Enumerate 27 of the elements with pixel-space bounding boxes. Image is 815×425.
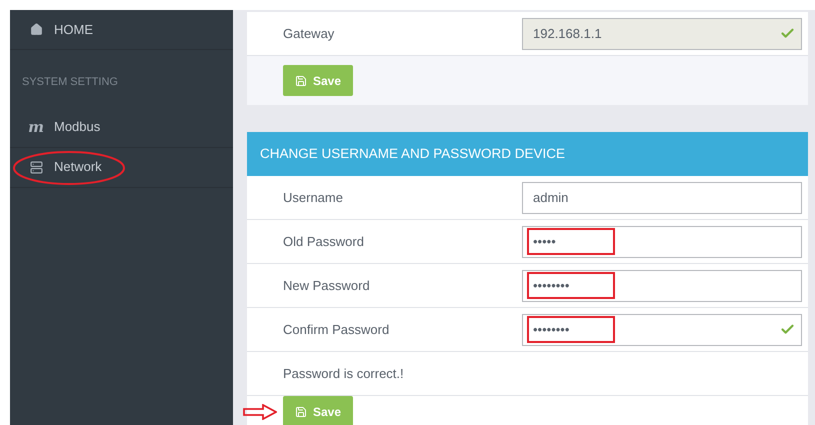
letter-icon: m (28, 120, 44, 134)
input-field[interactable]: admin (522, 182, 802, 214)
field-value: ••••• (529, 230, 613, 254)
arrow-annotation (243, 404, 277, 420)
card-title: CHANGE USERNAME AND PASSWORD DEVICE (260, 144, 566, 163)
sidebar-label: Network (54, 158, 102, 176)
sidebar-label: Modbus (54, 118, 100, 136)
field-label: Old Password (282, 232, 365, 251)
input-field[interactable]: •••••••• (522, 270, 802, 302)
field-value: •••••••• (529, 274, 613, 298)
status-message: Password is correct.! (283, 364, 404, 383)
field-label: Gateway (282, 24, 336, 43)
save-icon (295, 406, 307, 418)
field-value: admin (532, 188, 570, 207)
input-field[interactable]: •••••••• (522, 314, 802, 346)
field-value: 192.168.1.1 (532, 24, 603, 43)
save-icon (295, 74, 307, 86)
server-icon (30, 160, 42, 174)
field-label: Username (282, 188, 344, 207)
sidebar-label: HOME (54, 20, 93, 39)
sidebar-heading: SYSTEM SETTING (21, 75, 119, 90)
sidebar-item[interactable]: Network (10, 148, 233, 188)
field-label: Confirm Password (282, 320, 390, 339)
field-label: New Password (282, 276, 371, 295)
home-icon (30, 23, 42, 36)
field-value: •••••••• (529, 318, 613, 342)
input-field[interactable]: ••••• (522, 226, 802, 258)
